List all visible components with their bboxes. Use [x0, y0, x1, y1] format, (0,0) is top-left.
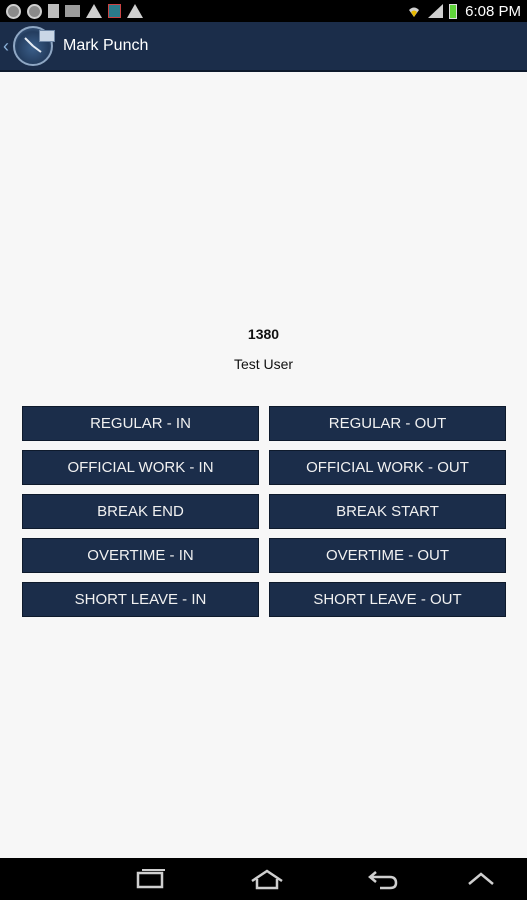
short-leave-in-button[interactable]: SHORT LEAVE - IN [22, 582, 259, 617]
break-start-button[interactable]: BREAK START [269, 494, 506, 529]
official-work-in-button[interactable]: OFFICIAL WORK - IN [22, 450, 259, 485]
warning-icon [127, 4, 143, 18]
regular-out-button[interactable]: REGULAR - OUT [269, 406, 506, 441]
user-name: Test User [233, 356, 294, 372]
sync-icon [27, 3, 42, 19]
signal-icon [428, 4, 444, 18]
action-bar: ‹ Mark Punch [0, 22, 527, 72]
status-bar: 6:08 PM [0, 0, 527, 22]
home-icon[interactable] [249, 866, 285, 892]
short-leave-out-button[interactable]: SHORT LEAVE - OUT [269, 582, 506, 617]
system-icons: 6:08 PM [406, 3, 521, 20]
document-icon [48, 4, 59, 18]
regular-in-button[interactable]: REGULAR - IN [22, 406, 259, 441]
wifi-icon [409, 7, 420, 17]
image-icon [65, 5, 80, 17]
overtime-in-button[interactable]: OVERTIME - IN [22, 538, 259, 573]
user-id: 1380 [247, 326, 280, 342]
warning-icon [86, 4, 102, 18]
recent-apps-icon[interactable] [133, 866, 169, 892]
back-icon[interactable] [365, 866, 401, 892]
back-chevron-icon[interactable]: ‹ [3, 36, 11, 57]
punch-button-grid: REGULAR - IN REGULAR - OUT OFFICIAL WORK… [22, 406, 506, 617]
overtime-out-button[interactable]: OVERTIME - OUT [269, 538, 506, 573]
menu-up-icon[interactable] [463, 866, 499, 892]
flag-icon [108, 4, 121, 18]
app-logo-icon[interactable] [13, 26, 55, 66]
page-title: Mark Punch [63, 37, 149, 54]
sync-icon [6, 3, 21, 19]
nav-buttons [133, 866, 401, 892]
navigation-bar [0, 858, 527, 900]
battery-icon [449, 3, 458, 19]
notification-icons [6, 3, 143, 19]
clock-time: 6:08 PM [465, 2, 521, 20]
clock-hands-icon [24, 37, 42, 53]
official-work-out-button[interactable]: OFFICIAL WORK - OUT [269, 450, 506, 485]
break-end-button[interactable]: BREAK END [22, 494, 259, 529]
